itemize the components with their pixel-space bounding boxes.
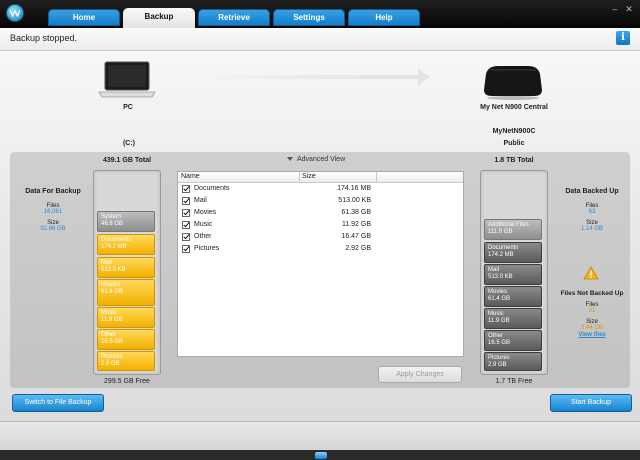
advanced-view-label: Advanced View bbox=[297, 156, 346, 163]
data-for-backup-summary: Data For Backup Files 16,061 Size 92.86 … bbox=[18, 188, 88, 232]
row-checkbox[interactable] bbox=[182, 185, 190, 193]
row-size: 513.00 KB bbox=[338, 197, 371, 204]
arrow-head-icon bbox=[418, 68, 429, 86]
files-value: 16,061 bbox=[43, 209, 63, 215]
app-logo-icon bbox=[6, 4, 24, 22]
size-value: 3.44 GB bbox=[580, 325, 603, 331]
source-segment-music[interactable]: Music 11.9 GB bbox=[97, 307, 155, 328]
source-segment-mail[interactable]: Mail 513.0 KB bbox=[97, 257, 155, 278]
target-share-folder: Public bbox=[503, 140, 525, 147]
triangle-down-icon bbox=[287, 157, 293, 162]
row-name: Pictures bbox=[194, 245, 220, 252]
data-backed-up-title: Data Backed Up bbox=[565, 188, 619, 195]
tab-help[interactable]: Help bbox=[348, 9, 420, 26]
target-segment-documents[interactable]: Documents 174.2 MB bbox=[484, 242, 542, 263]
status-text: Backup stopped. bbox=[10, 33, 78, 43]
row-name: Other bbox=[194, 233, 212, 240]
top-bar: Home Backup Retrieve Settings Help – ✕ bbox=[0, 0, 640, 28]
tab-settings[interactable]: Settings bbox=[273, 9, 345, 26]
tab-backup[interactable]: Backup bbox=[123, 8, 195, 28]
data-backed-up-summary: Data Backed Up Files 63 Size 1.14 GB bbox=[557, 188, 627, 232]
target-total: 1.8 TB Total bbox=[494, 157, 534, 164]
size-value: 92.86 GB bbox=[40, 226, 66, 232]
taskbar-app-icon[interactable] bbox=[315, 452, 327, 459]
apply-changes-button[interactable]: Apply Changes bbox=[378, 366, 462, 383]
table-row[interactable]: Mail 513.00 KB bbox=[178, 196, 463, 208]
category-table: Name Size Documents 174.16 MB Mail 513.00 … bbox=[177, 171, 464, 357]
row-checkbox[interactable] bbox=[182, 233, 190, 241]
router-icon bbox=[484, 66, 542, 100]
row-size: 2.92 GB bbox=[345, 245, 371, 252]
close-icon[interactable]: ✕ bbox=[624, 4, 634, 14]
column-divider bbox=[376, 172, 377, 182]
table-header: Name Size bbox=[178, 172, 463, 183]
table-row[interactable]: Pictures 2.92 GB bbox=[178, 244, 463, 256]
app-window: Home Backup Retrieve Settings Help – ✕ B… bbox=[0, 0, 640, 460]
target-segment-pictures[interactable]: Pictures 2.9 GB bbox=[484, 352, 542, 371]
size-value: 1.14 GB bbox=[580, 226, 603, 232]
target-segment-movies[interactable]: Movies 61.4 GB bbox=[484, 286, 542, 307]
row-size: 16.47 GB bbox=[341, 233, 371, 240]
target-capacity-bar: Additional Files 111.0 GB Documents 174.2 … bbox=[480, 170, 548, 375]
row-name: Music bbox=[194, 221, 213, 228]
minimize-icon[interactable]: – bbox=[610, 4, 620, 14]
switch-to-file-backup-button[interactable]: Switch to File Backup bbox=[12, 394, 104, 412]
files-value: 31 bbox=[588, 308, 596, 314]
files-not-backed-up-summary: Files Not Backed Up Files 31 Size 3.44 G… bbox=[557, 290, 627, 338]
col-size-header[interactable]: Size bbox=[302, 173, 316, 180]
start-backup-button[interactable]: Start Backup bbox=[550, 394, 632, 412]
tab-retrieve[interactable]: Retrieve bbox=[198, 9, 270, 26]
target-segment-mail[interactable]: Mail 513.0 KB bbox=[484, 264, 542, 285]
target-segment-other[interactable]: Other 16.5 GB bbox=[484, 330, 542, 351]
source-segment-documents[interactable]: Documents 174.2 MB bbox=[97, 234, 155, 255]
files-not-backed-up-title: Files Not Backed Up bbox=[560, 290, 624, 297]
row-name: Mail bbox=[194, 197, 207, 204]
advanced-view-toggle[interactable]: Advanced View bbox=[287, 156, 345, 163]
target-segment-music[interactable]: Music 11.9 GB bbox=[484, 308, 542, 329]
col-name-header[interactable]: Name bbox=[181, 173, 200, 180]
row-name: Movies bbox=[194, 209, 217, 216]
table-row[interactable]: Other 16.47 GB bbox=[178, 232, 463, 244]
target-segment-additional-files[interactable]: Additional Files 111.0 GB bbox=[484, 219, 542, 240]
target-share-name: MyNetN900C bbox=[492, 128, 536, 135]
info-icon[interactable]: i bbox=[616, 31, 630, 45]
table-row[interactable]: Music 11.92 GB bbox=[178, 220, 463, 232]
row-checkbox[interactable] bbox=[182, 221, 190, 229]
transfer-arrow bbox=[193, 75, 429, 79]
tab-home[interactable]: Home bbox=[48, 9, 120, 26]
row-name: Documents bbox=[194, 185, 230, 192]
laptop-icon bbox=[98, 61, 156, 98]
source-segment-system[interactable]: System 46.8 GB bbox=[97, 211, 155, 232]
data-for-backup-title: Data For Backup bbox=[25, 188, 81, 195]
row-checkbox[interactable] bbox=[182, 209, 190, 217]
table-row[interactable]: Documents 174.16 MB bbox=[178, 184, 463, 196]
warning-icon bbox=[583, 266, 599, 280]
column-divider bbox=[299, 172, 300, 182]
row-checkbox[interactable] bbox=[182, 197, 190, 205]
target-device-label: My Net N900 Central bbox=[480, 104, 548, 111]
source-free: 299.5 GB Free bbox=[104, 378, 150, 385]
drive-label: (C:) bbox=[122, 140, 136, 147]
row-checkbox[interactable] bbox=[182, 245, 190, 253]
row-size: 61.38 GB bbox=[341, 209, 371, 216]
source-device-label: PC bbox=[123, 104, 133, 111]
source-capacity-bar: System 46.8 GB Documents 174.2 MB Mail 513.… bbox=[93, 170, 161, 375]
target-free: 1.7 TB Free bbox=[495, 378, 533, 385]
table-row[interactable]: Movies 61.38 GB bbox=[178, 208, 463, 220]
status-bar: Backup stopped. i bbox=[0, 28, 640, 51]
source-total: 439.1 GB Total bbox=[102, 157, 152, 164]
row-size: 174.16 MB bbox=[337, 185, 371, 192]
source-segment-other[interactable]: Other 16.5 GB bbox=[97, 329, 155, 350]
view-files-link[interactable]: View files bbox=[557, 332, 627, 338]
source-segment-pictures[interactable]: Pictures 2.9 GB bbox=[97, 351, 155, 371]
source-segment-movies[interactable]: Movies 61.4 GB bbox=[97, 279, 155, 306]
row-size: 11.92 GB bbox=[341, 221, 371, 228]
files-value: 63 bbox=[588, 209, 596, 215]
